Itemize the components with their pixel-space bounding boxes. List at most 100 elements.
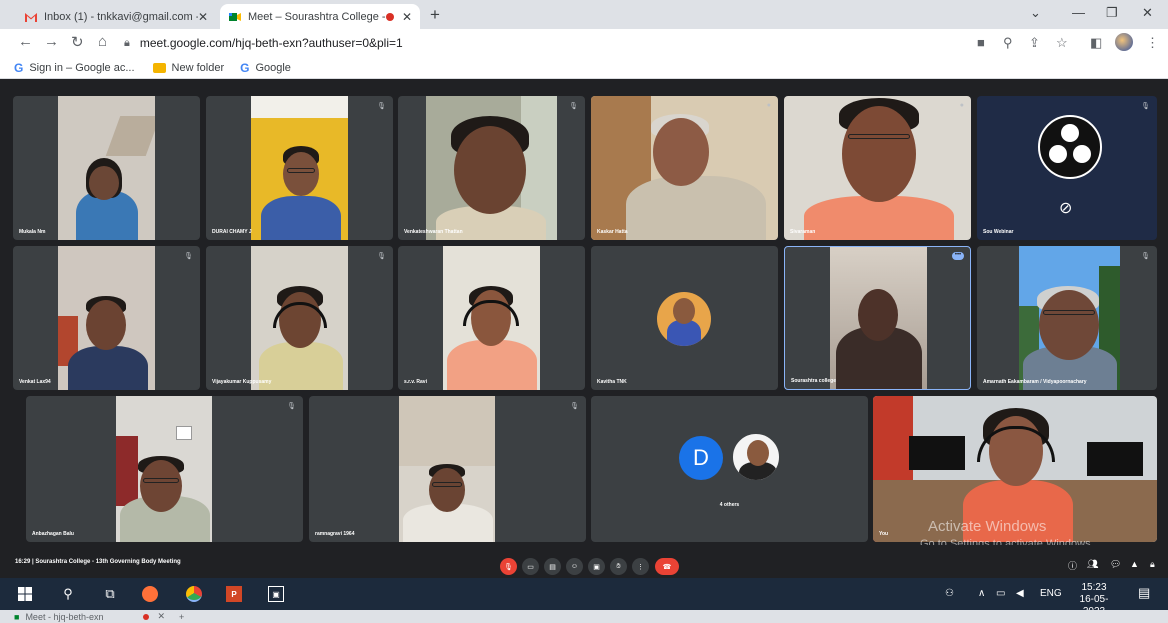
chrome-icon[interactable]: [186, 586, 202, 602]
mic-muted-icon: 🎙︎: [1141, 253, 1150, 260]
participant-tile[interactable]: ••• Sourashtra college: [784, 246, 971, 390]
search-icon[interactable]: ⚲: [60, 586, 76, 602]
meet-controls-bar: 16:29 | Sourashtra College - 13th Govern…: [0, 545, 1168, 578]
participant-avatar: [731, 432, 781, 482]
notifications-icon[interactable]: ▤: [1138, 585, 1150, 601]
people-icon[interactable]: 👥︎: [1087, 559, 1098, 570]
camera-toggle-icon[interactable]: ▭: [522, 558, 539, 575]
meet-icon: [229, 12, 241, 21]
participant-name: s.r.v. Ravi: [404, 379, 427, 385]
participant-tile[interactable]: ● Sivaraman: [784, 96, 971, 240]
more-options-icon[interactable]: ⋮: [632, 558, 649, 575]
bookmark-google[interactable]: G Google: [240, 61, 291, 75]
side-panel-icon[interactable]: ◧: [1090, 35, 1102, 51]
participant-video: [251, 246, 348, 390]
bookmarks-bar: G Sign in – Google ac... New folder G Go…: [0, 57, 1168, 79]
forward-icon[interactable]: →: [44, 33, 59, 50]
network-icon[interactable]: ▭: [996, 588, 1005, 599]
activities-icon[interactable]: ▲: [1130, 559, 1139, 569]
bookmark-signin[interactable]: G Sign in – Google ac...: [14, 61, 135, 75]
participant-video: [58, 246, 155, 390]
tab-gmail[interactable]: Inbox (1) - tnkkavi@gmail.com - ✕: [16, 4, 216, 29]
info-icon[interactable]: ⓘ: [1068, 559, 1077, 572]
others-count: 4 others: [719, 502, 740, 508]
participant-tile[interactable]: s.r.v. Ravi: [398, 246, 585, 390]
close-tab-icon[interactable]: ✕: [198, 10, 208, 24]
bookmark-new-folder[interactable]: New folder: [152, 62, 224, 74]
participant-tile[interactable]: 🎙︎ ramnagravi 1964: [309, 396, 586, 542]
participant-tile[interactable]: 🎙︎ Venkateshwaran Thattan: [398, 96, 585, 240]
close-tab-icon[interactable]: ✕: [402, 10, 412, 24]
zoom-icon[interactable]: ⚲: [1003, 35, 1013, 51]
participant-tile[interactable]: ● Kaskar Hatta: [591, 96, 778, 240]
address-bar[interactable]: 🔒︎ meet.google.com/hjq-beth-exn?authuser…: [124, 32, 944, 54]
restore-button[interactable]: ❐: [1106, 5, 1118, 21]
captions-icon[interactable]: ▤: [544, 558, 561, 575]
mic-muted-icon: 🎙︎: [377, 103, 386, 110]
firefox-icon[interactable]: [142, 586, 158, 602]
participant-name: DURAI CHAMY J: [212, 229, 252, 235]
reload-icon[interactable]: ↻: [71, 33, 84, 51]
host-controls-icon[interactable]: 🔒︎: [1150, 559, 1155, 570]
more-options-icon[interactable]: •••: [952, 252, 964, 260]
participant-tile[interactable]: Mukala Nm: [13, 96, 200, 240]
tab-title: Meet – Sourashtra College -: [248, 10, 386, 23]
powerpoint-icon[interactable]: P: [226, 586, 242, 602]
activate-windows-watermark: Activate Windows: [928, 518, 1047, 535]
participant-tile-group[interactable]: D 4 others: [591, 396, 868, 542]
participant-name: Venkateshwaran Thattan: [404, 229, 463, 235]
meet-icon: ■: [14, 611, 20, 622]
camera-icon[interactable]: ■: [977, 35, 985, 50]
mic-muted-icon: 🎙︎: [377, 253, 386, 260]
screen: Inbox (1) - tnkkavi@gmail.com - ✕ Meet –…: [0, 0, 1168, 623]
participant-video: [116, 396, 212, 542]
participant-tile[interactable]: 🎙︎ Venkat Lax94: [13, 246, 200, 390]
volume-muted-icon[interactable]: ◀: [1016, 588, 1024, 599]
participant-tile[interactable]: 🎙︎ Amarnath Eakambaram / Vidyapoornachar…: [977, 246, 1157, 390]
language-indicator[interactable]: ENG: [1040, 588, 1062, 599]
close-tab-icon[interactable]: ✕: [157, 611, 165, 622]
participant-name: Anbazhagan Balu: [32, 531, 74, 537]
participant-tile[interactable]: 🎙︎ DURAI CHAMY J: [206, 96, 393, 240]
raise-hand-icon[interactable]: ✋︎: [610, 558, 627, 575]
end-call-button[interactable]: ☎︎: [655, 558, 679, 575]
camera-off-icon: ⊘: [1059, 200, 1073, 217]
app-window-icon[interactable]: ▣: [268, 586, 284, 602]
speaking-indicator-icon: ●: [959, 102, 964, 109]
participant-tile[interactable]: Kavitha TNK: [591, 246, 778, 390]
chat-icon[interactable]: 💬︎: [1110, 559, 1121, 570]
back-icon[interactable]: ←: [18, 33, 33, 50]
people-tray-icon[interactable]: ⚇: [945, 588, 954, 599]
task-view-icon[interactable]: ⧉: [102, 586, 118, 602]
participant-tile[interactable]: ⊘ 🎙︎ Sou Webinar: [977, 96, 1157, 240]
emoji-icon[interactable]: ☺: [566, 558, 583, 575]
new-tab-button[interactable]: +: [179, 612, 184, 622]
close-window-button[interactable]: ✕: [1142, 5, 1153, 21]
participant-video: [426, 96, 557, 240]
participant-video: [591, 96, 778, 240]
windows-taskbar: ⚲ ⧉ P ▣ ⚇ ∧ ▭ ◀ ENG 15:23 16-05-2023 ▤: [0, 578, 1168, 617]
bookmark-label: Sign in – Google ac...: [29, 61, 135, 74]
present-icon[interactable]: ▣: [588, 558, 605, 575]
participant-video: [784, 96, 971, 240]
participant-name: Mukala Nm: [19, 229, 46, 235]
tab-meet-secondary[interactable]: ■ Meet - hjq-beth-exn ✕ +: [14, 611, 184, 622]
participant-tile[interactable]: 🎙︎ Anbazhagan Balu: [26, 396, 303, 542]
bookmark-star-icon[interactable]: ☆: [1056, 35, 1068, 51]
windows-start-icon[interactable]: [17, 586, 33, 602]
tab-meet[interactable]: Meet – Sourashtra College - ✕: [220, 4, 420, 29]
new-tab-button[interactable]: +: [430, 5, 440, 25]
home-icon[interactable]: ⌂: [98, 33, 107, 50]
profile-avatar[interactable]: [1115, 33, 1133, 51]
mic-icon[interactable]: 🎙︎: [500, 558, 517, 575]
share-icon[interactable]: ⇪: [1029, 35, 1040, 51]
participant-tile[interactable]: 🎙︎ Vijayakumar Kuppusamy: [206, 246, 393, 390]
participant-name: Sourashtra college: [791, 378, 837, 384]
tab-search-icon[interactable]: ⌄: [1030, 5, 1041, 21]
show-hidden-icons[interactable]: ∧: [978, 588, 985, 599]
participant-name: Kaskar Hatta: [597, 229, 628, 235]
menu-icon[interactable]: ⋮: [1146, 35, 1159, 51]
bookmark-label: Google: [255, 61, 291, 74]
participant-name: Amarnath Eakambaram / Vidyapoornachary: [983, 379, 1087, 385]
minimize-button[interactable]: —: [1072, 5, 1085, 20]
